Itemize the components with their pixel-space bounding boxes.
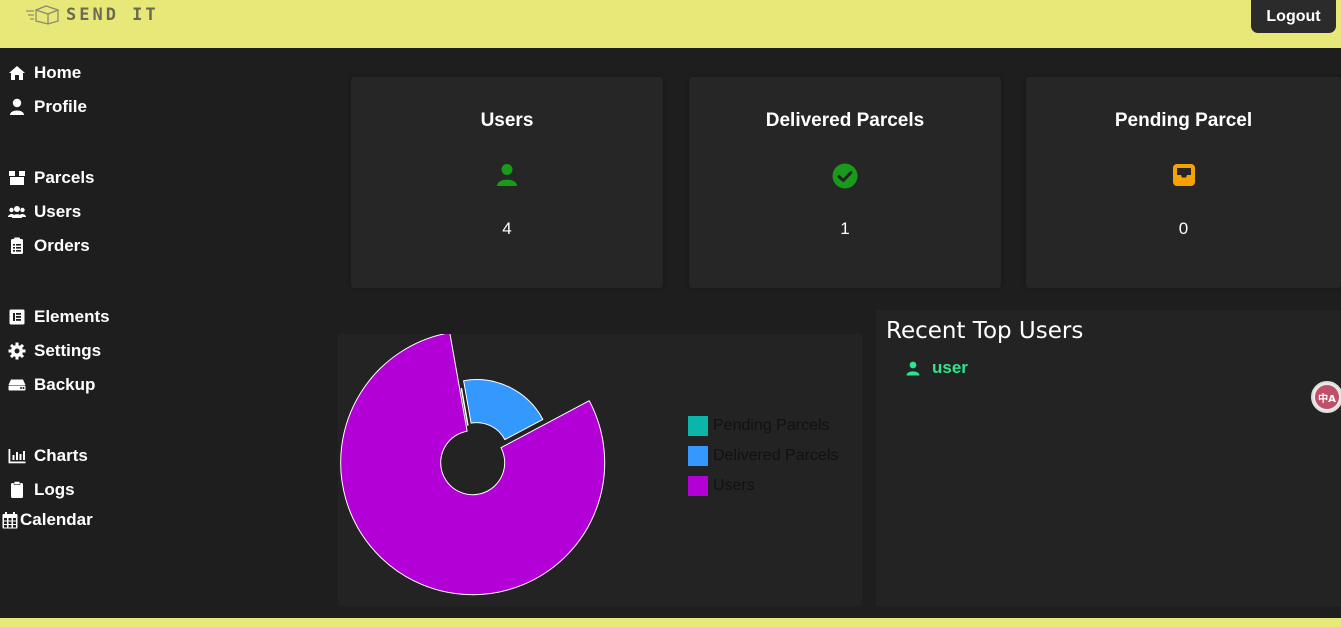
- sidebar-item-label: Profile: [34, 97, 87, 116]
- card-title: Delivered Parcels: [765, 110, 925, 131]
- logout-button[interactable]: Logout: [1251, 0, 1336, 33]
- user-icon: [8, 98, 26, 116]
- sidebar-item-settings[interactable]: Settings: [8, 341, 101, 361]
- recent-top-users-title: Recent Top Users: [886, 318, 1084, 344]
- legend-swatch: [688, 446, 708, 466]
- sidebar-item-orders[interactable]: Orders: [8, 236, 90, 256]
- legend-item-pending-parcels[interactable]: Pending Parcels: [688, 416, 830, 436]
- users-stat-card: Users 4: [351, 77, 663, 288]
- inbox-icon: [1026, 163, 1341, 187]
- package-logo-icon: [26, 5, 59, 25]
- legend-label: Pending Parcels: [713, 417, 830, 434]
- pending-parcel-stat-card: Pending Parcel 0: [1026, 77, 1341, 288]
- card-title: Pending Parcel: [1114, 110, 1253, 131]
- sidebar-item-label: Users: [34, 202, 82, 221]
- sidebar-item-label: Parcels: [34, 168, 95, 187]
- card-value: 1: [840, 219, 850, 238]
- footer-bar: [0, 618, 1341, 627]
- check-circle-icon: [689, 163, 1001, 189]
- sidebar-item-label: Charts: [34, 446, 88, 465]
- sidebar-item-label: Calendar: [20, 510, 93, 529]
- pie-slice-delivered-parcels[interactable]: [463, 379, 544, 441]
- sidebar-item-charts[interactable]: Charts: [8, 446, 88, 466]
- calendar-icon: [1, 511, 19, 529]
- sidebar-item-calendar[interactable]: Calendar: [1, 510, 93, 530]
- translate-widget-button[interactable]: 中A: [1311, 381, 1341, 413]
- legend-item-delivered-parcels[interactable]: Delivered Parcels: [688, 446, 838, 466]
- sidebar-item-home[interactable]: Home: [8, 63, 81, 83]
- sidebar-item-label: Settings: [34, 341, 102, 360]
- logo-text: SEND IT: [66, 5, 159, 25]
- gear-icon: [8, 342, 26, 360]
- sidebar-item-parcels[interactable]: Parcels: [8, 168, 95, 188]
- recent-user-name: user: [932, 358, 968, 377]
- card-value: 0: [1178, 219, 1189, 238]
- legend-swatch: [688, 416, 708, 436]
- legend-label: Delivered Parcels: [713, 447, 839, 464]
- parcels-pie-chart: [340, 334, 606, 596]
- sidebar-item-users[interactable]: Users: [8, 202, 81, 222]
- clipboard-list-icon: [8, 237, 26, 255]
- sidebar-item-label: Elements: [34, 307, 110, 326]
- card-title: Users: [480, 110, 534, 131]
- legend-swatch: [688, 476, 708, 496]
- sidebar-item-backup[interactable]: Backup: [8, 375, 95, 395]
- logo[interactable]: SEND IT: [26, 4, 159, 26]
- card-value: 4: [502, 219, 512, 238]
- sidebar-item-label: Orders: [34, 236, 90, 255]
- sidebar-item-profile[interactable]: Profile: [8, 97, 87, 117]
- user-icon: [351, 163, 663, 187]
- clipboard-icon: [8, 481, 26, 499]
- sidebar: [0, 48, 325, 618]
- box-icon: [8, 169, 26, 187]
- legend-item-users[interactable]: Users: [688, 476, 755, 496]
- legend-label: Users: [713, 477, 755, 494]
- sidebar-item-label: Backup: [34, 375, 96, 394]
- recent-top-users-panel: Recent Top Users user: [876, 310, 1341, 606]
- users-icon: [8, 203, 26, 221]
- user-icon: [906, 361, 920, 375]
- list-alt-icon: [8, 308, 26, 326]
- home-icon: [8, 64, 26, 82]
- bar-chart-icon: [8, 447, 26, 465]
- sidebar-item-logs[interactable]: Logs: [8, 480, 75, 500]
- sidebar-item-elements[interactable]: Elements: [8, 307, 110, 327]
- pie-slice-users[interactable]: [340, 334, 606, 596]
- top-bar: SEND IT Logout: [0, 0, 1341, 48]
- translate-icon: 中A: [1315, 385, 1339, 409]
- hdd-icon: [8, 376, 26, 394]
- delivered-parcels-stat-card: Delivered Parcels 1: [689, 77, 1001, 288]
- sidebar-item-label: Home: [34, 63, 82, 82]
- recent-user-item[interactable]: user: [906, 358, 968, 378]
- sidebar-item-label: Logs: [34, 480, 75, 499]
